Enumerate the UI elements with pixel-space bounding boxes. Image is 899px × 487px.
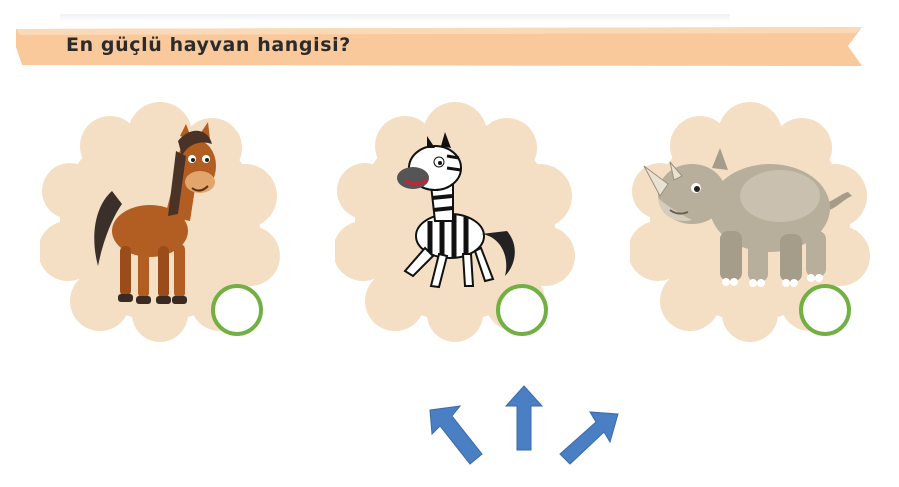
option-card-horse[interactable] [40, 96, 280, 346]
arrow-up-icon [504, 385, 544, 451]
question-banner: En güçlü hayvan hangisi? [16, 27, 862, 66]
question-title: En güçlü hayvan hangisi? [66, 34, 351, 56]
answer-circle[interactable] [211, 284, 263, 336]
arrow-up-left-icon [429, 405, 483, 465]
answer-circle[interactable] [496, 284, 548, 336]
pointer-arrows [420, 380, 630, 470]
answer-circle[interactable] [799, 284, 851, 336]
top-divider [60, 14, 730, 22]
arrow-up-right-icon [559, 411, 619, 465]
option-card-zebra[interactable] [335, 96, 575, 346]
option-card-rhino[interactable] [630, 96, 870, 346]
